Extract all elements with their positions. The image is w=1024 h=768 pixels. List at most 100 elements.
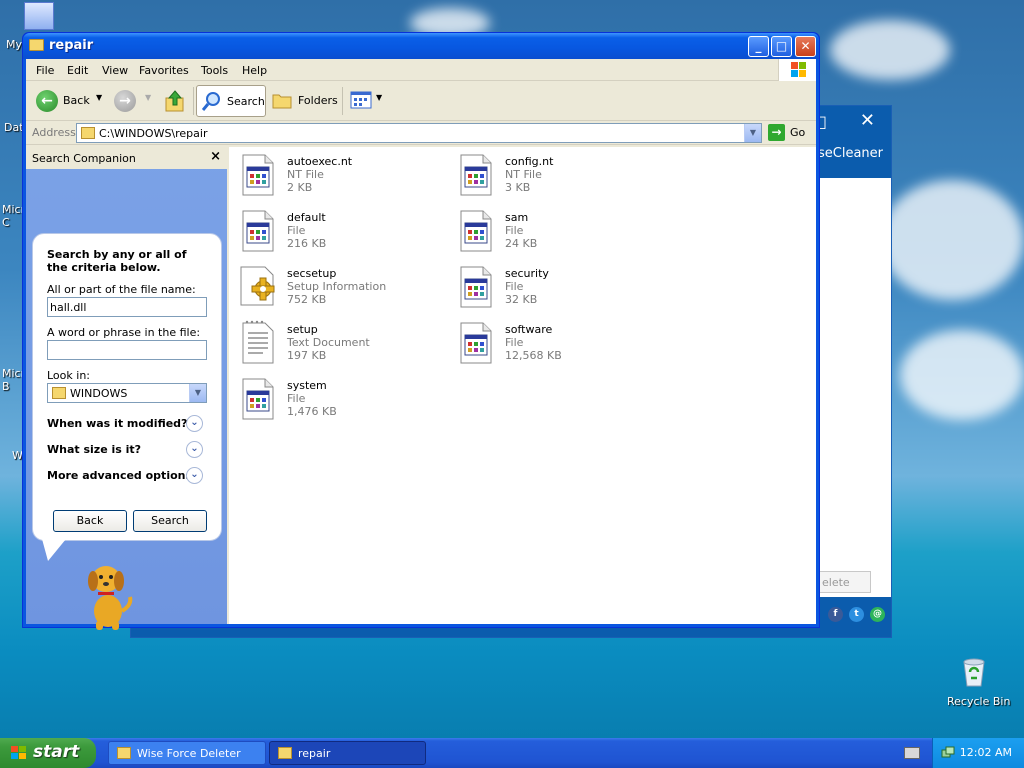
system-file-icon [239,375,277,421]
forward-arrow-icon[interactable]: → [114,90,136,112]
wise-window-title: iseCleaner [814,146,883,161]
option-advanced[interactable]: More advanced options [47,469,192,482]
forward-dropdown-icon[interactable]: ▼ [145,93,151,102]
toolbar-separator [342,87,343,115]
search-toggle[interactable]: Search [196,85,266,117]
close-button[interactable]: ✕ [795,36,816,57]
search-button-label: Search [227,95,265,108]
menu-edit[interactable]: Edit [67,64,88,77]
search-icon [201,91,222,111]
twitter-icon[interactable]: t [849,607,864,622]
file-size: 752 KB [287,293,327,306]
file-size: 216 KB [287,237,327,250]
file-name: secsetup [287,267,337,280]
back-button[interactable]: Back [53,510,127,532]
go-arrow-icon[interactable]: → [768,124,785,141]
email-icon[interactable]: @ [870,607,885,622]
file-item[interactable]: system File 1,476 KB [239,375,439,427]
back-dropdown-icon[interactable]: ▼ [96,93,102,102]
file-item[interactable]: software File 12,568 KB [457,319,657,371]
recycle-bin-label[interactable]: Recycle Bin [947,695,1010,708]
expand-chevron-icon[interactable]: ⌄ [186,467,203,484]
file-item[interactable]: setup Text Document 197 KB [239,319,439,371]
explorer-window: repair _ □ ✕ File Edit View Favorites To… [22,32,820,631]
setup-information-file-icon [239,263,277,309]
file-type: Text Document [287,336,370,349]
taskbar-item-repair[interactable]: repair [269,741,426,765]
taskbar-item-label: repair [298,747,331,760]
file-item[interactable]: security File 32 KB [457,263,657,315]
menu-view[interactable]: View [102,64,128,77]
views-dropdown-icon[interactable]: ▼ [376,93,382,102]
file-item[interactable]: secsetup Setup Information 752 KB [239,263,439,315]
title-bar[interactable]: repair _ □ ✕ [23,33,819,59]
clock: 12:02 AM [959,746,1012,759]
address-label: Address [32,126,76,139]
option-size[interactable]: What size is it? [47,443,141,456]
balloon-tail [42,539,66,561]
desktop-icon-label[interactable]: Dat [4,121,24,134]
menu-bar: File Edit View Favorites Tools Help [26,59,816,81]
up-folder-icon[interactable] [164,89,186,113]
expand-chevron-icon[interactable]: ⌄ [186,441,203,458]
folders-button[interactable]: Folders [298,94,338,107]
toolbar: ← Back ▼ → ▼ Search Folders ▼ [26,81,816,121]
address-bar: Address C:\WINDOWS\repair ▼ → Go [26,121,816,145]
search-companion-header: Search Companion × [26,147,227,169]
system-file-icon [457,207,495,253]
menu-help[interactable]: Help [242,64,267,77]
start-button[interactable]: start [0,738,96,768]
file-name: default [287,211,326,224]
network-icon[interactable] [941,746,955,760]
phrase-input[interactable] [47,340,207,360]
recycle-bin-icon[interactable] [960,656,988,688]
folders-icon[interactable] [272,91,292,109]
address-dropdown-icon[interactable]: ▼ [744,124,761,142]
close-icon[interactable]: ✕ [860,110,875,131]
windows-flag-icon [10,745,28,761]
lookin-dropdown-icon[interactable]: ▼ [189,384,206,402]
filename-label: All or part of the file name: [47,283,196,296]
file-size: 24 KB [505,237,538,250]
menu-tools[interactable]: Tools [201,64,228,77]
taskbar-item-wise-force-deleter[interactable]: Wise Force Deleter [108,741,266,765]
folder-icon [81,127,95,139]
lookin-select[interactable]: WINDOWS ▼ [47,383,207,403]
file-item[interactable]: config.nt NT File 3 KB [457,151,657,203]
close-icon[interactable]: × [210,149,221,164]
search-button[interactable]: Search [133,510,207,532]
facebook-icon[interactable]: f [828,607,843,622]
delete-button[interactable]: elete [819,571,871,593]
search-dog-icon[interactable] [78,559,134,631]
menu-file[interactable]: File [36,64,54,77]
filename-input[interactable]: hall.dll [47,297,207,317]
my-computer-icon[interactable] [24,2,54,30]
expand-chevron-icon[interactable]: ⌄ [186,415,203,432]
folder-icon [52,387,66,399]
back-arrow-icon[interactable]: ← [36,90,58,112]
back-button[interactable]: Back [63,94,90,107]
desktop-icon-label[interactable]: Micro B [2,367,32,393]
views-icon[interactable] [350,90,374,110]
keyboard-icon[interactable] [904,747,920,759]
minimize-button[interactable]: _ [748,36,769,57]
maximize-button[interactable]: □ [771,36,792,57]
file-type: File [287,224,306,237]
file-item[interactable]: sam File 24 KB [457,207,657,259]
go-button[interactable]: Go [790,126,805,139]
file-name: software [505,323,553,336]
file-size: 2 KB [287,181,313,194]
desktop-icon-label[interactable]: Micro C [2,203,32,229]
menu-favorites[interactable]: Favorites [139,64,189,77]
cloud [900,330,1024,420]
search-intro: Search by any or all of the criteria bel… [47,248,187,274]
file-item[interactable]: default File 216 KB [239,207,439,259]
file-item[interactable]: autoexec.nt NT File 2 KB [239,151,439,203]
option-modified[interactable]: When was it modified? [47,417,187,430]
address-input[interactable]: C:\WINDOWS\repair ▼ [76,123,762,143]
folder-icon [117,747,131,759]
desktop-icon-label[interactable]: My [6,38,22,51]
file-name: setup [287,323,318,336]
address-path: C:\WINDOWS\repair [99,127,208,140]
toolbar-separator [193,87,194,115]
